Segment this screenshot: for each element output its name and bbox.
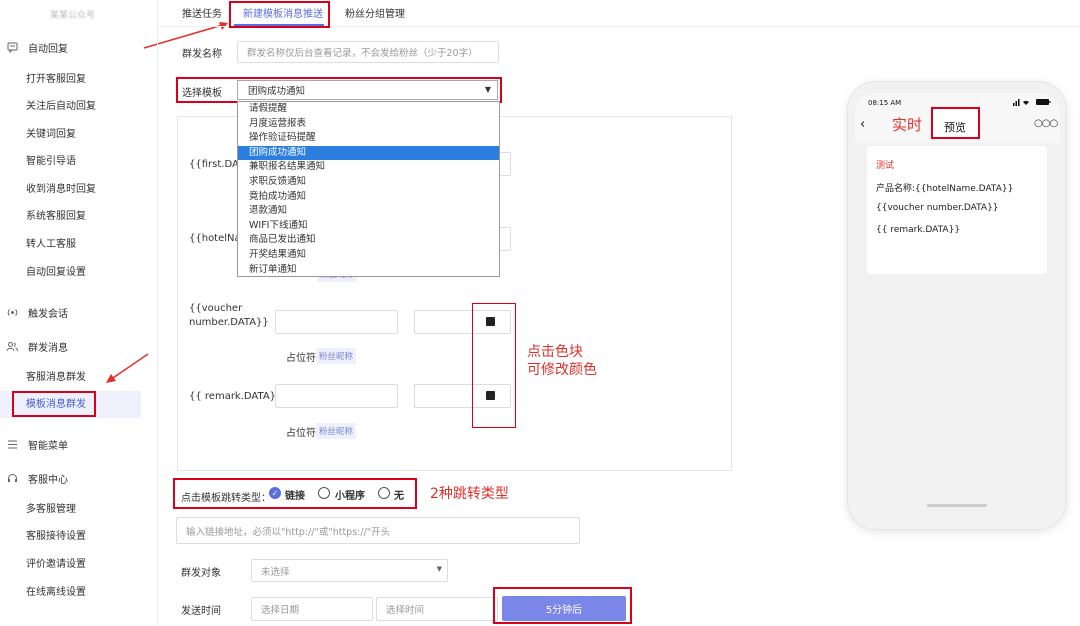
- link-url-input[interactable]: 输入链接地址，必须以"http://"或"https://"开头: [176, 517, 580, 544]
- signal-wifi-battery-icon: [1013, 98, 1051, 109]
- name-label: 群发名称: [182, 49, 222, 60]
- home-indicator: [927, 504, 987, 507]
- preview-card-line: {{voucher number.DATA}}: [876, 203, 999, 213]
- sidebar-item[interactable]: 评价邀请设置: [26, 556, 86, 574]
- field-value-input[interactable]: [275, 310, 398, 334]
- annotation-highlight-box: [173, 478, 417, 509]
- status-time: 08:15 AM: [868, 99, 902, 107]
- dropdown-option[interactable]: 开奖结果通知: [238, 248, 499, 263]
- sidebar-item[interactable]: 打开客服回复: [26, 71, 86, 89]
- dropdown-option[interactable]: 请假提醒: [238, 102, 499, 117]
- headset-icon: [6, 472, 18, 484]
- target-select-value: 未选择: [261, 566, 290, 578]
- placeholder-tag[interactable]: 粉丝昵称: [316, 348, 357, 364]
- sidebar-item[interactable]: 自动回复设置: [26, 264, 86, 282]
- template-dropdown-list: 请假提醒 月度运营报表 操作验证码提醒 团购成功通知 兼职报名结果通知 求职反馈…: [237, 101, 500, 277]
- sidebar-item[interactable]: 转人工客服: [26, 236, 76, 254]
- name-input[interactable]: 群发名称仅后台查看记录，不会发给粉丝（少于20字）: [237, 41, 499, 63]
- caret-down-icon: ▼: [436, 565, 442, 573]
- sidebar-group-label: 触发会话: [28, 308, 68, 320]
- annotation-text: 实时: [892, 116, 923, 134]
- annotation-arrow: [106, 353, 149, 383]
- phone-title: 预览: [944, 121, 966, 134]
- dropdown-option[interactable]: 新订单通知: [238, 263, 499, 278]
- sidebar-group-menu[interactable]: 智能菜单: [6, 435, 68, 453]
- sidebar-group-label: 客服中心: [28, 474, 68, 486]
- dropdown-option[interactable]: 求职反馈通知: [238, 175, 499, 190]
- sidebar-group-mass[interactable]: 群发消息: [6, 337, 68, 355]
- sidebar-item[interactable]: 多客服管理: [26, 501, 76, 519]
- dropdown-option[interactable]: 操作验证码提醒: [238, 131, 499, 146]
- target-select[interactable]: 未选择 ▼: [251, 559, 448, 582]
- field-label-remark: {{ remark.DATA}}: [189, 391, 283, 402]
- account-logo: 某某公众号: [49, 11, 95, 21]
- annotation-highlight-box: [493, 587, 632, 624]
- sidebar-group-label: 群发消息: [28, 342, 68, 354]
- sidebar-item[interactable]: 关注后自动回复: [26, 98, 96, 116]
- date-input[interactable]: 选择日期: [251, 597, 373, 621]
- dropdown-option[interactable]: 月度运营报表: [238, 117, 499, 132]
- sidebar-group-label: 智能菜单: [28, 440, 68, 452]
- sidebar-item[interactable]: 客服接待设置: [26, 528, 86, 546]
- preview-card-line: {{ remark.DATA}}: [876, 225, 961, 235]
- sidebar-item[interactable]: 在线离线设置: [26, 584, 86, 602]
- field-label-voucher-1: {{voucher: [189, 303, 243, 314]
- dropdown-option[interactable]: 退款通知: [238, 204, 499, 219]
- tab-push-tasks[interactable]: 推送任务: [182, 6, 222, 24]
- preview-card-title: 测试: [876, 161, 895, 171]
- more-icon[interactable]: ○○○: [1034, 118, 1058, 129]
- broadcast-icon: [6, 306, 18, 318]
- sidebar-group-trigger[interactable]: 触发会话: [6, 303, 68, 321]
- sidebar-item[interactable]: 客服消息群发: [26, 369, 86, 387]
- sidebar-item[interactable]: 收到消息时回复: [26, 181, 96, 199]
- annotation-highlight-box: [12, 391, 96, 417]
- field-label-voucher-2: number.DATA}}: [189, 317, 269, 328]
- users-icon: [6, 340, 18, 352]
- annotation-highlight-box: [176, 77, 502, 103]
- dropdown-option[interactable]: 竟拍成功通知: [238, 190, 499, 205]
- dropdown-option[interactable]: 兼职报名结果通知: [238, 160, 499, 175]
- annotation-text: 可修改颜色: [527, 362, 597, 378]
- annotation-highlight-box: [472, 303, 516, 428]
- field-value-input[interactable]: [275, 384, 398, 408]
- chat-icon: [6, 41, 18, 53]
- annotation-text: 点击色块: [527, 344, 583, 360]
- annotation-highlight-box: [229, 1, 330, 28]
- sidebar-group-label: 自动回复: [28, 43, 68, 55]
- sidebar-item[interactable]: 系统客服回复: [26, 208, 86, 226]
- sidebar-group-auto-reply[interactable]: 自动回复: [6, 38, 68, 56]
- dropdown-option[interactable]: WIFI下线通知: [238, 219, 499, 234]
- preview-card-line: 产品名称:{{hotelName.DATA}}: [876, 184, 1014, 194]
- placeholder-label: 占位符: [286, 353, 316, 364]
- sidebar-item[interactable]: 关键词回复: [26, 126, 76, 144]
- target-label: 群发对象: [181, 568, 221, 579]
- sidebar-item[interactable]: 智能引导语: [26, 153, 76, 171]
- menu-icon: [6, 438, 18, 450]
- chevron-left-icon[interactable]: ‹: [860, 117, 865, 132]
- dropdown-option-selected[interactable]: 团购成功通知: [238, 145, 499, 161]
- tab-fan-groups[interactable]: 粉丝分组管理: [345, 6, 405, 24]
- time-input[interactable]: 选择时间: [376, 597, 498, 621]
- sidebar-group-service[interactable]: 客服中心: [6, 469, 68, 487]
- placeholder-label: 占位符: [286, 428, 316, 439]
- placeholder-tag[interactable]: 粉丝昵称: [316, 423, 357, 439]
- send-time-label: 发送时间: [181, 606, 221, 617]
- annotation-text: 2种跳转类型: [430, 486, 509, 502]
- dropdown-option[interactable]: 商品已发出通知: [238, 233, 499, 248]
